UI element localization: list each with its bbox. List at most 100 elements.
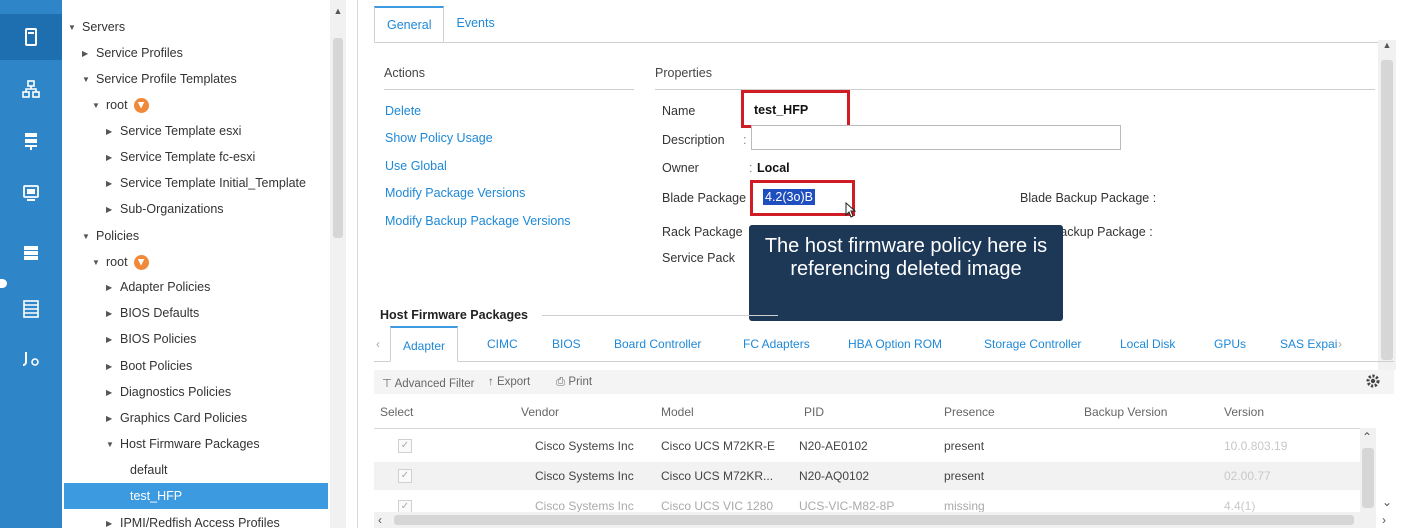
tree-item-test-hfp[interactable]: test_HFP [64, 483, 328, 509]
column-header-model[interactable]: Model [661, 405, 694, 419]
subtab-bios[interactable]: BIOS [552, 326, 581, 362]
admin-icon[interactable] [0, 336, 62, 382]
tree-item[interactable]: ▶ BIOS Defaults [106, 300, 199, 326]
print-button[interactable]: ⎙ Print [556, 376, 592, 389]
tree-item[interactable]: ▼ root [92, 92, 149, 118]
tree-item-label: test_HFP [130, 489, 183, 503]
chevron-icon[interactable]: ▶ [106, 388, 120, 397]
scroll-up-icon[interactable]: ▲ [331, 6, 345, 20]
subtab-gpus[interactable]: GPUs [1214, 326, 1246, 362]
main-scroll-thumb[interactable] [1381, 60, 1393, 360]
chevron-icon[interactable]: ▶ [106, 335, 120, 344]
chevron-icon[interactable]: ▶ [106, 519, 120, 528]
chevron-icon[interactable]: ▶ [106, 414, 120, 423]
subtab-hba-option-rom[interactable]: HBA Option ROM [848, 326, 942, 362]
chevron-left-icon[interactable]: ‹ [376, 337, 380, 351]
delete-link[interactable]: Delete [385, 104, 421, 118]
tree-item[interactable]: ▶ IPMI/Redfish Access Profiles [106, 510, 280, 528]
scroll-down-icon[interactable]: ⌄ [1382, 495, 1392, 509]
cell-pid: UCS-VIC-M82-8P [799, 499, 895, 513]
modify-backup-package-versions-link[interactable]: Modify Backup Package Versions [385, 214, 571, 228]
chevron-icon[interactable]: ▼ [68, 23, 82, 32]
tree-item[interactable]: ▶ Sub-Organizations [106, 196, 224, 222]
subtab-sas-expander[interactable]: SAS Expai [1280, 326, 1337, 362]
tree-item[interactable]: ▼ Servers [68, 14, 125, 40]
subtab-fc-adapters[interactable]: FC Adapters [743, 326, 810, 362]
chevron-icon[interactable]: ▶ [106, 309, 120, 318]
subtab-cimc[interactable]: CIMC [487, 326, 518, 362]
chevron-icon[interactable]: ▼ [82, 232, 96, 241]
chevron-icon[interactable]: ▶ [106, 127, 120, 136]
grid-scroll-thumb[interactable] [1362, 448, 1374, 508]
subtab-board-controller[interactable]: Board Controller [614, 326, 701, 362]
tree-item[interactable]: ▶ Service Template esxi [106, 118, 241, 144]
column-header-vendor[interactable]: Vendor [521, 405, 559, 419]
scroll-up-icon[interactable]: ▲ [1378, 40, 1396, 54]
chevron-icon[interactable]: ▶ [106, 205, 120, 214]
vm-icon[interactable] [0, 170, 62, 216]
tree-item[interactable]: ▶ Boot Policies [106, 353, 192, 379]
tree-item[interactable]: ▼ Policies [82, 223, 139, 249]
tree-item[interactable]: ▶ Adapter Policies [106, 274, 210, 300]
column-header-version[interactable]: Version [1224, 405, 1264, 419]
column-header-select[interactable]: Select [380, 405, 413, 419]
description-field[interactable] [751, 125, 1121, 150]
servers-icon[interactable] [0, 118, 62, 164]
tree-item[interactable]: ▶ Graphics Card Policies [106, 405, 247, 431]
modify-package-versions-link[interactable]: Modify Package Versions [385, 186, 525, 200]
equipment-icon[interactable] [0, 14, 62, 60]
chevron-icon[interactable]: ▶ [106, 362, 120, 371]
chevron-icon[interactable]: ▶ [82, 49, 96, 58]
row-checkbox[interactable]: ✓ [398, 469, 412, 483]
chevron-icon[interactable]: ▼ [92, 258, 106, 267]
subtab-local-disk[interactable]: Local Disk [1120, 326, 1175, 362]
export-button[interactable]: ↑ Export [488, 376, 530, 388]
tree-item-default[interactable]: default [130, 457, 168, 483]
gear-icon[interactable] [1364, 372, 1382, 390]
chevron-icon[interactable]: ▶ [106, 179, 120, 188]
tree-item-label: Diagnostics Policies [120, 385, 232, 399]
subtab-adapter[interactable]: Adapter [390, 326, 459, 362]
tree-item[interactable]: ▼ root [92, 249, 149, 275]
org-icon [133, 97, 149, 113]
tree-item[interactable]: ▶ Service Profiles [82, 40, 183, 66]
service-pack-label: Service Pack [662, 251, 735, 265]
tree-item[interactable]: ▶ Service Template Initial_Template [106, 170, 306, 196]
chevron-icon[interactable]: ▼ [82, 75, 96, 84]
tab-general[interactable]: General [374, 6, 445, 42]
tree-item[interactable]: ▼ Service Profile Templates [82, 66, 237, 92]
column-header-presence[interactable]: Presence [944, 405, 995, 419]
tab-bar: General Events [374, 6, 507, 44]
scroll-up-icon[interactable]: ⌃ [1362, 430, 1372, 444]
tree-item-label: Service Template Initial_Template [120, 176, 306, 190]
column-header-pid[interactable]: PID [804, 405, 824, 419]
column-header-backup-version[interactable]: Backup Version [1084, 405, 1167, 419]
tree-item-label: Boot Policies [120, 359, 193, 373]
chassis-icon[interactable] [0, 286, 62, 332]
tree-item-label: BIOS Defaults [120, 306, 200, 320]
chevron-right-icon[interactable]: › [1338, 337, 1342, 351]
row-checkbox[interactable]: ✓ [398, 439, 412, 453]
tree-item[interactable]: ▶ BIOS Policies [106, 326, 196, 352]
chevron-icon[interactable]: ▶ [106, 283, 120, 292]
show-policy-usage-link[interactable]: Show Policy Usage [385, 131, 493, 145]
tree-item-label: Service Profiles [96, 46, 183, 60]
tree-item[interactable]: ▶ Diagnostics Policies [106, 379, 231, 405]
advanced-filter-button[interactable]: ⊤ Advanced Filter [382, 376, 475, 390]
tree-item[interactable]: ▼ Host Firmware Packages [106, 431, 260, 457]
storage-icon[interactable] [0, 230, 62, 276]
use-global-link[interactable]: Use Global [385, 159, 447, 173]
tree-item-label: Adapter Policies [120, 280, 211, 294]
tree-scroll-thumb[interactable] [333, 38, 343, 238]
network-icon[interactable] [0, 66, 62, 112]
chevron-icon[interactable]: ▼ [106, 440, 120, 449]
tree-item[interactable]: ▶ Service Template fc-esxi [106, 144, 255, 170]
subtab-storage-controller[interactable]: Storage Controller [984, 326, 1081, 362]
horizontal-scroll-thumb[interactable] [394, 515, 1354, 525]
scroll-left-icon[interactable]: ‹ [378, 513, 382, 527]
cell-model: Cisco UCS M72KR... [661, 469, 774, 483]
chevron-icon[interactable]: ▼ [92, 101, 106, 110]
scroll-right-icon[interactable]: › [1382, 513, 1386, 527]
chevron-icon[interactable]: ▶ [106, 153, 120, 162]
tab-events[interactable]: Events [444, 6, 506, 42]
